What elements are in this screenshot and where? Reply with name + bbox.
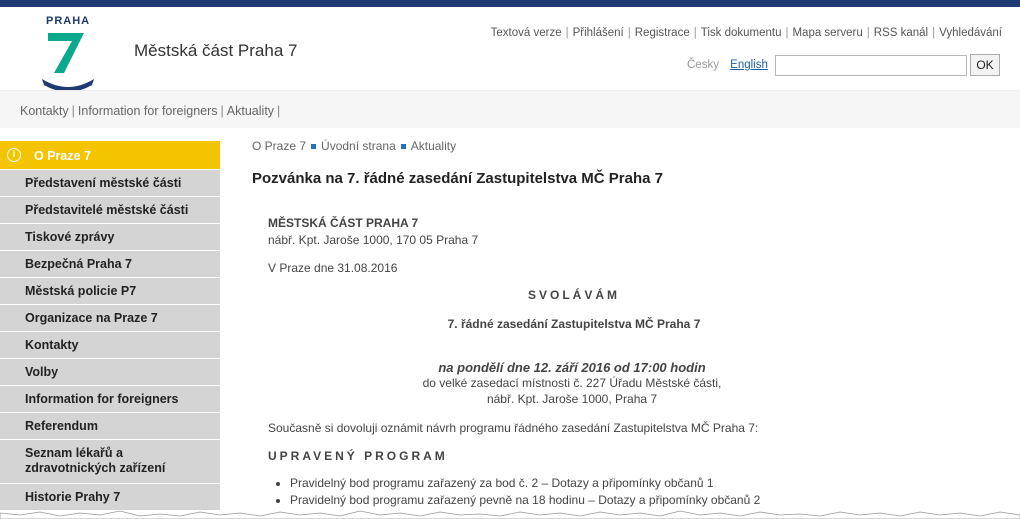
article-convene: SVOLÁVÁM: [527, 288, 620, 302]
article-date: V Praze dne 31.08.2016: [268, 261, 398, 275]
link-register[interactable]: Registrace: [635, 27, 690, 39]
sidebar-item-representatives[interactable]: Představitelé městské části: [0, 196, 220, 223]
breadcrumb: O Praze 7 Úvodní strana Aktuality: [252, 139, 1012, 153]
logo-mark: [42, 33, 94, 92]
site-title: Městská část Praha 7: [134, 41, 298, 60]
article-address: nábř. Kpt. Jaroše 1000, 170 05 Praha 7: [268, 233, 479, 247]
sidebar: i O Praze 7 Představení městské části Př…: [0, 141, 220, 510]
logo-text: PRAHA: [46, 15, 91, 27]
top-color-bar: [0, 0, 1020, 7]
link-print[interactable]: Tisk dokumentu: [701, 27, 782, 39]
sidebar-item-safe-prague[interactable]: Bezpečná Praha 7: [0, 250, 220, 277]
page-title: Pozvánka na 7. řádné zasedání Zastupitel…: [252, 170, 663, 187]
top-links: Textová verze | Přihlášení | Registrace | Tisk…: [490, 27, 1002, 39]
header: PRAHA Městská část Praha 7 Textová verze…: [0, 7, 1020, 93]
sidebar-item-elections[interactable]: Volby: [0, 358, 220, 385]
link-text-version[interactable]: Textová verze: [491, 27, 562, 39]
link-rss[interactable]: RSS kanál: [874, 27, 928, 39]
article-when: na pondělí dne 12. září 2016 od 17:00 ho…: [438, 360, 706, 375]
lang-czech[interactable]: Česky: [687, 59, 719, 71]
breadcrumb-item[interactable]: O Praze 7: [252, 139, 306, 153]
lang-english[interactable]: English: [730, 59, 768, 71]
breadcrumb-item[interactable]: Aktuality: [411, 139, 456, 153]
nav-bar: Kontakty | Information for foreigners | Aktu…: [0, 90, 1020, 128]
article-session: 7. řádné zasedání Zastupitelstva MČ Prah…: [447, 317, 701, 331]
nav-foreigners[interactable]: Information for foreigners: [78, 104, 218, 118]
sidebar-head-label: O Praze 7: [34, 149, 91, 163]
main-content: O Praze 7 Úvodní strana Aktuality Pozvánka…: [252, 139, 1012, 507]
sidebar-item-organizations[interactable]: Organizace na Praze 7: [0, 304, 220, 331]
link-sitemap[interactable]: Mapa serveru: [792, 27, 862, 39]
article-intro: Současně si dovoluji oznámit návrh progr…: [268, 421, 759, 435]
article-org: MĚSTSKÁ ČÁST PRAHA 7: [268, 216, 419, 230]
sidebar-item-police[interactable]: Městská policie P7: [0, 277, 220, 304]
list-item: Pravidelný bod programu zařazený za bod …: [290, 476, 760, 490]
sidebar-item-referendum[interactable]: Referendum: [0, 412, 220, 439]
link-search[interactable]: Vyhledávání: [939, 27, 1002, 39]
link-login[interactable]: Přihlášení: [573, 27, 624, 39]
sidebar-item-foreigners[interactable]: Information for foreigners: [0, 385, 220, 412]
program-title: UPRAVENÝ PROGRAM: [268, 449, 448, 463]
info-icon: i: [7, 148, 21, 162]
breadcrumb-separator-icon: [311, 144, 317, 150]
nav-news[interactable]: Aktuality: [227, 104, 274, 118]
breadcrumb-separator-icon: [400, 144, 406, 150]
breadcrumb-item[interactable]: Úvodní strana: [321, 139, 396, 153]
logo[interactable]: PRAHA: [40, 15, 96, 93]
article-where-2: nábř. Kpt. Jaroše 1000, Praha 7: [486, 392, 658, 406]
torn-edge: [0, 510, 1020, 519]
sidebar-item-about[interactable]: Představení městské části: [0, 169, 220, 196]
sidebar-item-contacts[interactable]: Kontakty: [0, 331, 220, 358]
nav-contacts[interactable]: Kontakty: [20, 104, 69, 118]
search-button[interactable]: OK: [970, 54, 1000, 76]
article-where-1: do velké zasedací místnosti č. 227 Úřadu…: [422, 376, 722, 390]
sidebar-item-doctors[interactable]: Seznam lékařů a zdravotnických zařízení: [0, 439, 220, 483]
search-input[interactable]: [775, 55, 967, 76]
sidebar-item-press[interactable]: Tiskové zprávy: [0, 223, 220, 250]
sidebar-head[interactable]: i O Praze 7: [0, 141, 220, 169]
language-switch: Česky English: [687, 59, 768, 71]
